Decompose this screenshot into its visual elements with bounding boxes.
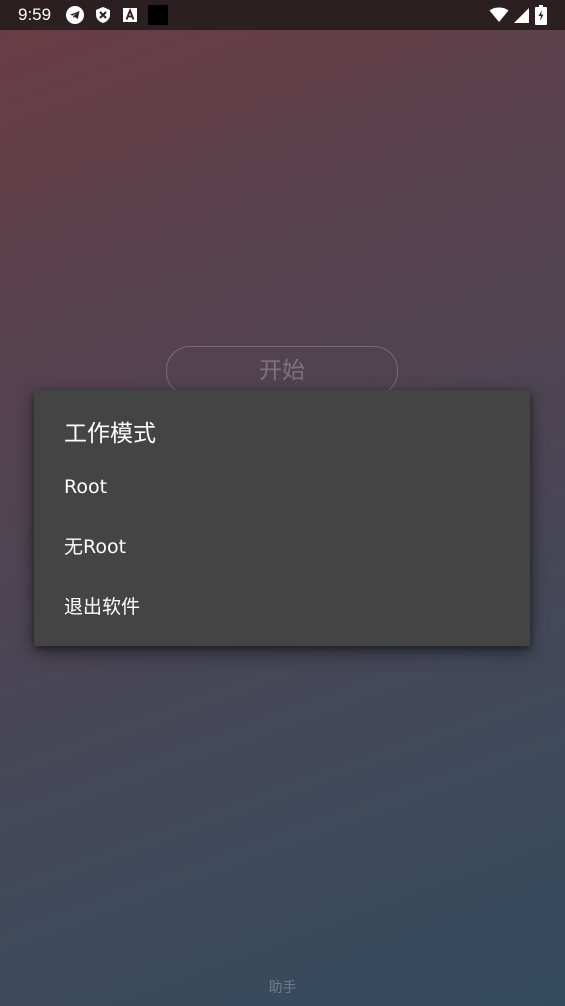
dialog-item-exit-app[interactable]: 退出软件: [34, 577, 530, 637]
telegram-icon: [66, 6, 84, 24]
dialog-title: 工作模式: [64, 421, 156, 447]
cellular-signal-icon: [512, 6, 530, 24]
battery-charging-icon: [535, 5, 547, 25]
dialog-item-root[interactable]: Root: [34, 457, 530, 517]
a-badge-icon: [121, 6, 139, 24]
status-bar: 9:59: [0, 0, 565, 30]
dialog-item-no-root[interactable]: 无Root: [34, 517, 530, 577]
footer-text: 助手: [268, 980, 297, 996]
x-shield-icon: [94, 6, 112, 24]
work-mode-dialog: 工作模式 Root 无Root 退出软件: [34, 390, 530, 646]
wifi-icon: [489, 6, 509, 24]
status-time: 9:59: [18, 5, 52, 24]
black-square-icon: [148, 5, 168, 25]
